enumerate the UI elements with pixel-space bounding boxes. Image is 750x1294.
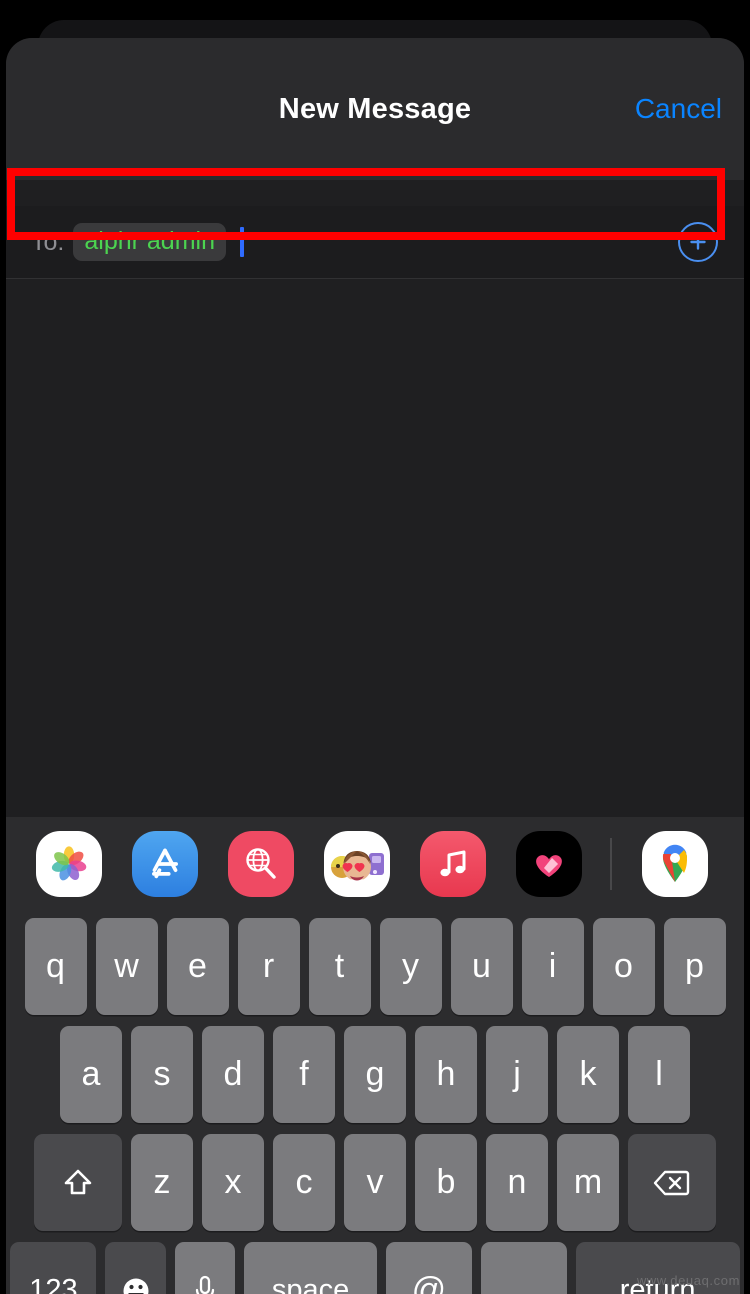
app-drawer-divider — [610, 837, 612, 890]
fitness-icon — [536, 854, 562, 877]
key-j[interactable]: j — [486, 1026, 548, 1123]
key-o[interactable]: o — [592, 918, 655, 1015]
backspace-key[interactable] — [628, 1134, 716, 1231]
page-title: New Message — [278, 92, 472, 125]
keyboard-row-2: a s d f g h j k l — [6, 1026, 744, 1123]
key-i[interactable]: i — [521, 918, 584, 1015]
app-icon-music[interactable] — [420, 830, 486, 897]
key-v[interactable]: v — [344, 1134, 406, 1231]
key-u[interactable]: u — [450, 918, 513, 1015]
key-d[interactable]: d — [202, 1026, 264, 1123]
app-icon-images[interactable] — [228, 830, 294, 897]
key-w[interactable]: w — [95, 918, 158, 1015]
recipient-field-row[interactable]: To: alphr admin — [6, 206, 744, 279]
to-label: To: — [31, 227, 65, 256]
key-t[interactable]: t — [308, 918, 371, 1015]
key-h[interactable]: h — [415, 1026, 477, 1123]
key-y[interactable]: y — [379, 918, 442, 1015]
backspace-delete-icon — [653, 1170, 690, 1195]
navigation-bar: New Message Cancel — [6, 38, 744, 180]
keyboard-row-3: z x c v b n m — [6, 1134, 744, 1231]
app-icon-fitness[interactable] — [516, 830, 582, 897]
new-message-modal: New Message Cancel To: alphr admin q w e… — [6, 38, 744, 1294]
period-key[interactable]: . — [480, 1242, 567, 1294]
key-q[interactable]: q — [24, 918, 87, 1015]
shift-key[interactable] — [34, 1134, 122, 1231]
app-icon-photos[interactable] — [36, 830, 102, 897]
key-z[interactable]: z — [131, 1134, 193, 1231]
key-k[interactable]: k — [557, 1026, 619, 1123]
app-store-icon — [152, 848, 178, 878]
google-maps-icon — [662, 844, 688, 882]
text-caret — [240, 227, 244, 257]
key-r[interactable]: r — [237, 918, 300, 1015]
phone-screen: New Message Cancel To: alphr admin q w e… — [0, 0, 750, 1294]
app-icon-app-store[interactable] — [132, 830, 198, 897]
key-c[interactable]: c — [273, 1134, 335, 1231]
microphone-icon — [195, 1275, 215, 1294]
memoji-icon — [331, 850, 384, 882]
key-s[interactable]: s — [131, 1026, 193, 1123]
music-icon — [440, 850, 466, 876]
recipient-chip[interactable]: alphr admin — [73, 222, 226, 262]
key-a[interactable]: a — [60, 1026, 122, 1123]
images-search-icon — [246, 847, 276, 879]
numbers-key[interactable]: 123 — [10, 1242, 97, 1294]
key-p[interactable]: p — [663, 918, 726, 1015]
app-icon-google-maps[interactable] — [642, 830, 708, 897]
photos-icon — [51, 845, 87, 880]
key-n[interactable]: n — [486, 1134, 548, 1231]
at-key[interactable]: @ — [385, 1242, 472, 1294]
keyboard-row-1: q w e r t y u i o p — [6, 918, 744, 1015]
watermark: www.deuaq.com — [636, 1273, 740, 1288]
app-icon-memoji[interactable] — [324, 830, 390, 897]
emoji-smiley-icon — [123, 1278, 149, 1294]
add-contact-button[interactable] — [678, 222, 718, 262]
key-b[interactable]: b — [415, 1134, 477, 1231]
key-e[interactable]: e — [166, 918, 229, 1015]
shift-up-arrow-icon — [64, 1169, 92, 1194]
space-key[interactable]: space — [244, 1242, 377, 1294]
virtual-keyboard: q w e r t y u i o p a s d f g h j k l z … — [6, 910, 744, 1294]
key-l[interactable]: l — [628, 1026, 690, 1123]
key-f[interactable]: f — [273, 1026, 335, 1123]
plus-circle-icon — [690, 234, 706, 250]
key-m[interactable]: m — [557, 1134, 619, 1231]
app-drawer — [6, 817, 744, 910]
dictation-key[interactable] — [174, 1242, 236, 1294]
cancel-button[interactable]: Cancel — [635, 93, 722, 125]
key-g[interactable]: g — [344, 1026, 406, 1123]
key-x[interactable]: x — [202, 1134, 264, 1231]
keyboard-row-4: 123 space @ . return — [6, 1242, 744, 1294]
emoji-key[interactable] — [105, 1242, 166, 1294]
